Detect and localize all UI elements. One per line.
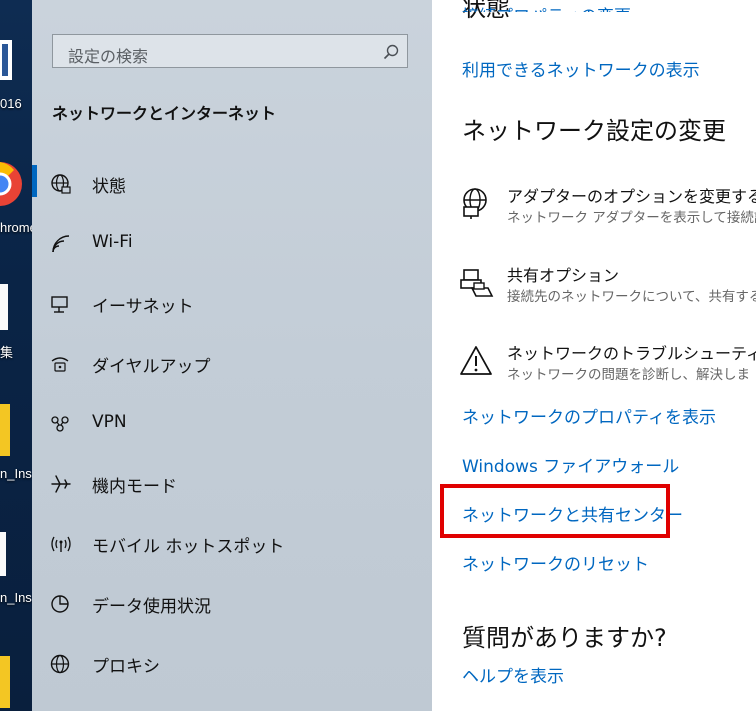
nav-heading: ネットワークとインターネット (52, 104, 277, 123)
file-icon[interactable] (0, 532, 32, 578)
search-box[interactable]: 設定の検索 (52, 34, 408, 68)
troubleshooter-desc: ネットワークの問題を診断し、解決しま (507, 367, 750, 383)
settings-nav: 設定の検索 ネットワークとインターネット 状態 Wi-Fi イーサネット ダイヤ… (32, 0, 432, 711)
nav-item-label: 機内モード (92, 477, 177, 497)
network-properties-link[interactable]: ネットワークのプロパティを表示 (462, 403, 716, 428)
section-title-change-settings: ネットワーク設定の変更 (462, 117, 726, 145)
adapter-options-desc: ネットワーク アダプターを表示して接続設 (507, 210, 756, 226)
hotspot-icon (51, 536, 71, 552)
search-placeholder: 設定の検索 (68, 47, 149, 66)
nav-item-dialup[interactable]: ダイヤルアップ (32, 343, 432, 383)
nav-item-label: ダイヤルアップ (92, 357, 211, 377)
troubleshooter[interactable]: ネットワークのトラブルシューティング ツー ネットワークの問題を診断し、解決しま (432, 340, 756, 396)
troubleshooter-title: ネットワークのトラブルシューティング ツー (507, 344, 756, 363)
dialup-icon (51, 357, 69, 372)
chrome-icon[interactable] (0, 160, 32, 208)
folder-icon[interactable] (0, 404, 32, 458)
nav-item-label: プロキシ (92, 657, 160, 677)
document-icon[interactable] (0, 40, 32, 84)
nav-item-label: データ使用状況 (92, 597, 211, 617)
nav-item-wifi[interactable]: Wi-Fi (32, 223, 432, 263)
help-link[interactable]: ヘルプを表示 (462, 662, 564, 687)
nav-item-data-usage[interactable]: データ使用状況 (32, 583, 432, 623)
ethernet-icon (51, 296, 68, 313)
nav-item-hotspot[interactable]: モバイル ホットスポット (32, 523, 432, 563)
vpn-icon (51, 416, 69, 432)
desktop-label-3[interactable]: 集 (0, 342, 13, 361)
sharing-icon (460, 269, 494, 297)
windows-firewall-link[interactable]: Windows ファイアウォール (462, 452, 679, 477)
nav-item-label: 状態 (92, 177, 126, 197)
nav-item-ethernet[interactable]: イーサネット (32, 283, 432, 323)
content-pane: 状態 接続プロパティの変更 利用できるネットワークの表示 ネットワーク設定の変更… (432, 0, 756, 711)
wifi-icon (52, 235, 70, 253)
nav-item-status[interactable]: 状態 (32, 163, 432, 203)
highlight-box (440, 484, 670, 538)
adapter-options[interactable]: アダプターのオプションを変更する ネットワーク アダプターを表示して接続設 (432, 183, 756, 239)
nav-item-airplane[interactable]: 機内モード (32, 463, 432, 503)
nav-item-label: モバイル ホットスポット (92, 537, 285, 557)
nav-item-label: イーサネット (92, 297, 194, 317)
warning-icon (460, 346, 492, 375)
adapter-options-title: アダプターのオプションを変更する (507, 187, 756, 206)
proxy-globe-icon (50, 654, 70, 674)
desktop-label-4[interactable]: n_Ins (0, 466, 32, 481)
folder-icon-2[interactable] (0, 652, 32, 708)
airplane-icon (51, 475, 71, 493)
question-title: 質問がありますか? (462, 624, 667, 652)
desktop-strip: 016 hrome 集 n_Ins n_Ins (0, 0, 32, 711)
adapter-icon (463, 188, 487, 219)
sharing-options-title: 共有オプション (507, 266, 620, 285)
desktop-label-2[interactable]: hrome (0, 220, 32, 235)
nav-item-label: VPN (92, 412, 127, 432)
nav-item-proxy[interactable]: プロキシ (32, 643, 432, 683)
network-reset-link[interactable]: ネットワークのリセット (462, 550, 649, 575)
nav-item-label: Wi-Fi (92, 232, 133, 252)
available-networks-link[interactable]: 利用できるネットワークの表示 (462, 56, 700, 81)
sharing-options[interactable]: 共有オプション 接続先のネットワークについて、共有する (432, 262, 756, 318)
sharing-options-desc: 接続先のネットワークについて、共有する (507, 289, 756, 305)
globe-icon (51, 174, 71, 194)
data-usage-icon (51, 595, 69, 613)
desktop-label-1[interactable]: 016 (0, 96, 22, 111)
desktop-label-5[interactable]: n_Ins (0, 590, 32, 605)
nav-item-vpn[interactable]: VPN (32, 403, 432, 443)
text-file-icon[interactable] (0, 284, 32, 332)
search-icon[interactable] (383, 44, 399, 60)
